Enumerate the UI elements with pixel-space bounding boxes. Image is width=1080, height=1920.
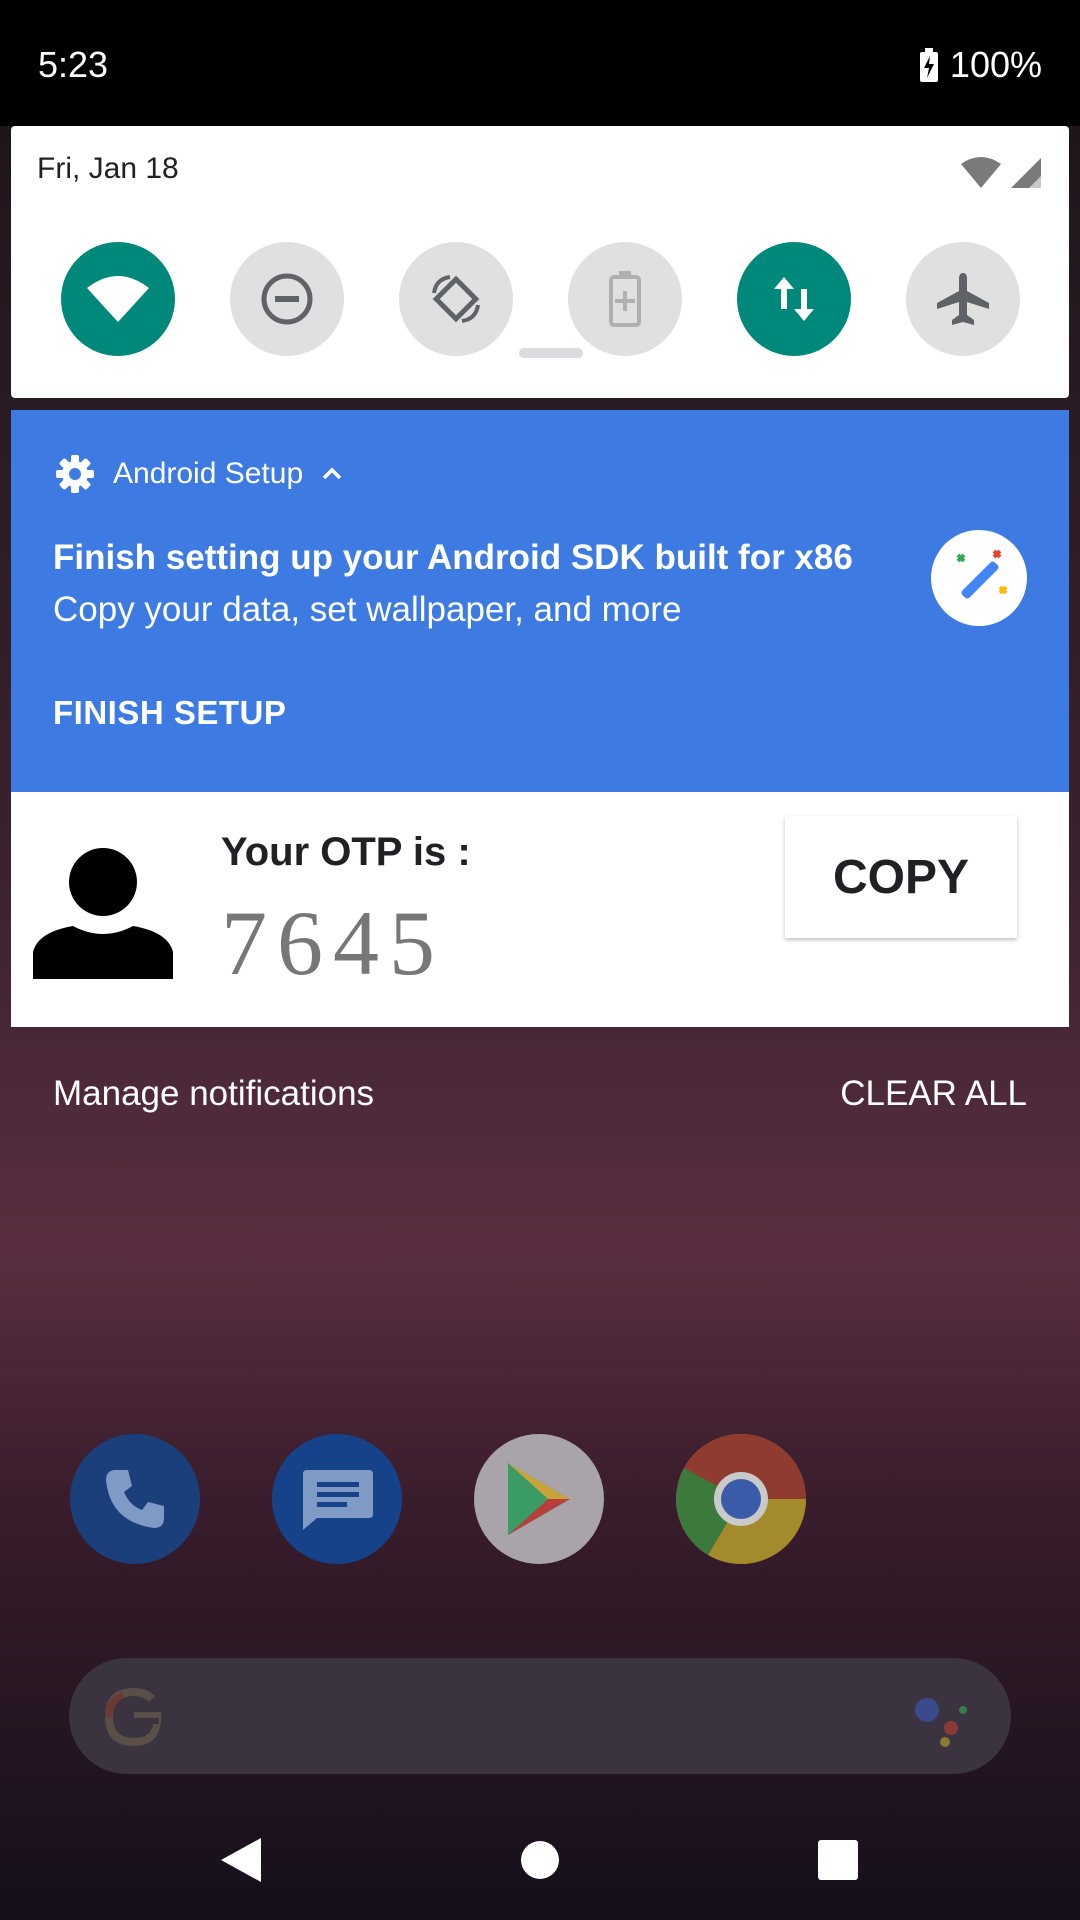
chrome-icon xyxy=(676,1434,806,1564)
recents-button[interactable] xyxy=(808,1830,868,1890)
battery-saver-icon xyxy=(609,271,641,327)
setup-app-name: Android Setup xyxy=(113,457,304,490)
wifi-signal-icon xyxy=(961,157,1001,188)
qs-tiles xyxy=(61,242,1031,362)
setup-badge xyxy=(931,530,1027,626)
battery-saver-tile[interactable] xyxy=(568,242,682,356)
otp-notification[interactable]: Your OTP is : 7645 COPY xyxy=(11,792,1069,1027)
home-icon xyxy=(521,1841,559,1879)
setup-text: Copy your data, set wallpaper, and more xyxy=(53,590,682,629)
setup-title: Finish setting up your Android SDK built… xyxy=(53,538,853,577)
back-icon xyxy=(221,1838,261,1882)
back-button[interactable] xyxy=(210,1830,270,1890)
phone-icon xyxy=(106,1470,164,1528)
qs-date: Fri, Jan 18 xyxy=(37,152,179,185)
assistant-icon[interactable] xyxy=(911,1688,971,1748)
chevron-up-icon xyxy=(322,467,342,480)
status-bar: 5:23 100% xyxy=(0,0,1080,126)
otp-code: 7645 xyxy=(221,892,445,994)
qs-expand-handle[interactable] xyxy=(519,348,583,358)
magic-wand-icon xyxy=(956,549,1008,599)
status-time: 5:23 xyxy=(38,44,109,85)
do-not-disturb-tile[interactable] xyxy=(230,242,344,356)
mobile-data-tile[interactable] xyxy=(737,242,851,356)
battery-charging-icon xyxy=(919,48,938,82)
person-icon xyxy=(33,848,173,979)
cell-signal-icon xyxy=(1011,158,1041,188)
message-icon xyxy=(303,1470,373,1530)
status-right: 100% xyxy=(918,44,1042,86)
airplane-mode-tile[interactable] xyxy=(906,242,1020,356)
wifi-icon xyxy=(87,276,149,322)
notification-footer: Manage notifications CLEAR ALL xyxy=(0,1068,1080,1120)
copy-button[interactable]: COPY xyxy=(785,816,1017,938)
auto-rotate-icon xyxy=(432,275,480,323)
clear-all-button[interactable]: CLEAR ALL xyxy=(840,1074,1027,1114)
home-dock xyxy=(70,1434,810,1564)
data-transfer-icon xyxy=(774,277,814,321)
otp-label: Your OTP is : xyxy=(221,830,471,874)
airplane-icon xyxy=(937,273,989,325)
battery-percent: 100% xyxy=(949,44,1042,85)
messages-app[interactable] xyxy=(272,1434,402,1564)
navigation-bar xyxy=(0,1800,1080,1920)
finish-setup-button[interactable]: FINISH SETUP xyxy=(53,694,286,732)
recents-icon xyxy=(818,1840,858,1880)
wifi-tile[interactable] xyxy=(61,242,175,356)
chrome-app[interactable] xyxy=(676,1434,806,1564)
play-store-app[interactable] xyxy=(474,1434,604,1564)
quick-settings-panel: Fri, Jan 18 xyxy=(11,126,1069,398)
google-g-icon xyxy=(105,1688,162,1746)
google-search-bar[interactable] xyxy=(69,1658,1011,1774)
home-button[interactable] xyxy=(510,1830,570,1890)
phone-app[interactable] xyxy=(70,1434,200,1564)
setup-notification[interactable]: Android Setup Finish setting up your And… xyxy=(11,410,1069,792)
qs-signal xyxy=(959,156,1043,190)
setup-header[interactable]: Android Setup xyxy=(55,454,343,494)
play-store-icon xyxy=(508,1463,570,1535)
manage-notifications-button[interactable]: Manage notifications xyxy=(53,1074,374,1114)
auto-rotate-tile[interactable] xyxy=(399,242,513,356)
gear-icon xyxy=(56,455,94,493)
do-not-disturb-icon xyxy=(261,273,313,325)
